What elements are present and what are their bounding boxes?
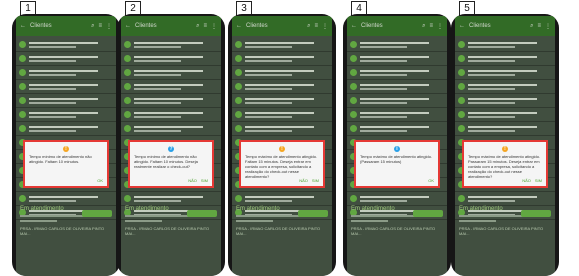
dialog-message: Tempo máximo de atendimento atingido. Fa… xyxy=(245,154,318,179)
phone-screen: ← Clientes ⌕ ≡ ⋮ Em atendimento PRSA - IRMAO C… xyxy=(347,16,447,276)
alert-dialog: i Tempo máximo de atendimento atingido. (… xyxy=(354,140,440,188)
phone-screen: ← Clientes ⌕ ≡ ⋮ Em atendimento PRSA - IRMAO C… xyxy=(16,16,116,276)
dialog-actions: NÃO SIM xyxy=(522,178,542,183)
dialog-button[interactable]: OK xyxy=(428,178,434,183)
dialog-button[interactable]: SIM xyxy=(535,178,542,183)
dialog-button[interactable]: SIM xyxy=(312,178,319,183)
dialog-actions: NÃO SIM xyxy=(299,178,319,183)
phone-screen: ← Clientes ⌕ ≡ ⋮ Em atendimento PRSA - IRMAO C… xyxy=(121,16,221,276)
warning-icon: ! xyxy=(502,146,508,152)
alert-dialog: ? Tempo mínimo de atendimento não atingid… xyxy=(128,140,214,188)
warning-icon: ! xyxy=(63,146,69,152)
dialog-actions: OK xyxy=(428,178,434,183)
dialog-button[interactable]: NÃO xyxy=(188,178,197,183)
phone-mockup: ← Clientes ⌕ ≡ ⋮ Em atendimento PRSA - IRMAO C… xyxy=(451,14,559,276)
warning-icon: ! xyxy=(279,146,285,152)
dialog-message: Tempo máximo de atendimento atingido. Pa… xyxy=(468,154,541,179)
dialog-button[interactable]: NÃO xyxy=(299,178,308,183)
info-icon: i xyxy=(394,146,400,152)
dialog-button[interactable]: SIM xyxy=(201,178,208,183)
phone-mockup: ← Clientes ⌕ ≡ ⋮ Em atendimento PRSA - IRMAO C… xyxy=(12,14,120,276)
phone-mockup: ← Clientes ⌕ ≡ ⋮ Em atendimento PRSA - IRMAO C… xyxy=(228,14,336,276)
alert-dialog: ! Tempo máximo de atendimento atingido. F… xyxy=(239,140,325,188)
dialog-button[interactable]: OK xyxy=(97,178,103,183)
alert-dialog: ! Tempo mínimo de atendimento não atingid… xyxy=(23,140,109,188)
info-icon: ? xyxy=(168,146,174,152)
dialog-message: Tempo máximo de atendimento atingido. (P… xyxy=(360,154,433,164)
dialog-message: Tempo mínimo de atendimento não atingido… xyxy=(134,154,198,169)
phone-mockup: ← Clientes ⌕ ≡ ⋮ Em atendimento PRSA - IRMAO C… xyxy=(343,14,451,276)
dialog-actions: NÃO SIM xyxy=(188,178,208,183)
phone-mockup: ← Clientes ⌕ ≡ ⋮ Em atendimento PRSA - IRMAO C… xyxy=(117,14,225,276)
dialog-actions: OK xyxy=(97,178,103,183)
phone-screen: ← Clientes ⌕ ≡ ⋮ Em atendimento PRSA - IRMAO C… xyxy=(455,16,555,276)
dialog-button[interactable]: NÃO xyxy=(522,178,531,183)
alert-dialog: ! Tempo máximo de atendimento atingido. P… xyxy=(462,140,548,188)
phone-screen: ← Clientes ⌕ ≡ ⋮ Em atendimento PRSA - IRMAO C… xyxy=(232,16,332,276)
dialog-message: Tempo mínimo de atendimento não atingido… xyxy=(29,154,92,164)
